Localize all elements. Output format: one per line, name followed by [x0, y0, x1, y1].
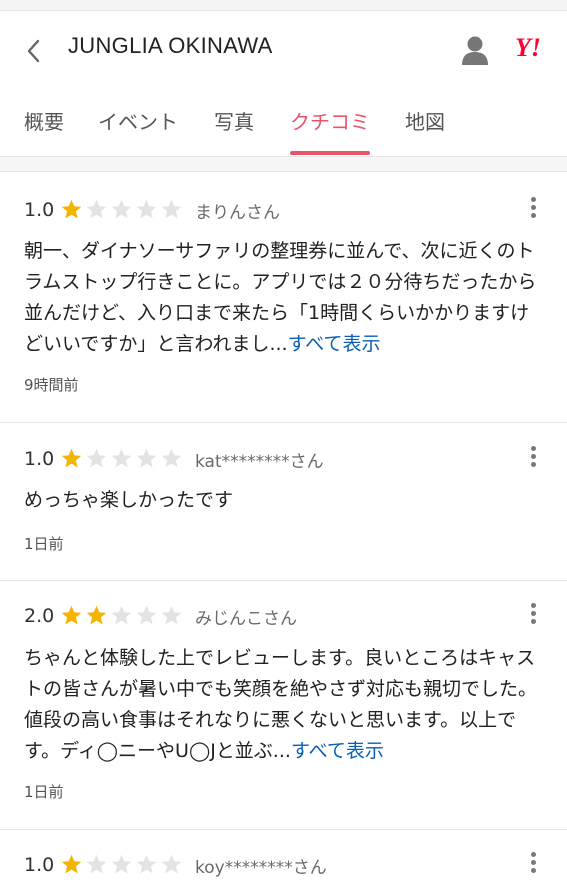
star-rating [60, 447, 185, 471]
reviewer-name: みじんこさん [195, 608, 297, 629]
star-empty-icon [135, 604, 160, 628]
star-empty-icon [160, 447, 185, 471]
reviewer-name: まりんさん [195, 202, 280, 223]
review-text-body: 朝一、ダイナソーサファリの整理券に並んで、次に近くのトラムストップ行きことに。ア… [24, 240, 537, 355]
rating-score: 2.0 [24, 605, 55, 627]
rating-row: 1.0 まりんさん [24, 197, 280, 223]
section-divider [0, 157, 567, 172]
star-rating [60, 853, 185, 877]
star-empty-icon [135, 447, 160, 471]
tab-map[interactable]: 地図 [405, 106, 445, 135]
review-time: 1日前 [24, 535, 64, 553]
reviewer-name: koy********さん [195, 857, 327, 878]
star-rating [60, 198, 185, 222]
review-card: 1.0 まりんさん 朝一、ダイナソーサファリの整理券に並んで、次に近くのトラムス… [0, 172, 567, 423]
review-text: ちゃんと体験した上でレビューします。良いところはキャストの皆さんが暑い中でも笑顔… [24, 643, 544, 767]
review-text-body: ちゃんと体験した上でレビューします。良いところはキャストの皆さんが暑い中でも笑顔… [24, 647, 538, 762]
star-empty-icon [135, 198, 160, 222]
star-filled-icon [60, 198, 85, 222]
show-all-link[interactable]: すべて表示 [291, 740, 384, 762]
star-empty-icon [110, 604, 135, 628]
star-empty-icon [135, 853, 160, 877]
tab-events[interactable]: イベント [98, 106, 178, 135]
show-all-link[interactable]: すべて表示 [288, 333, 381, 355]
more-options-icon[interactable] [526, 603, 540, 629]
more-options-icon[interactable] [526, 852, 540, 878]
app-header: JUNGLIA OKINAWA Y! [0, 11, 567, 91]
review-card: 1.0 koy********さん [0, 830, 567, 890]
rating-row: 1.0 kat********さん [24, 446, 324, 472]
review-time: 9時間前 [24, 376, 79, 394]
star-rating [60, 604, 185, 628]
star-empty-icon [110, 447, 135, 471]
chevron-left-icon [27, 39, 40, 63]
review-time: 1日前 [24, 783, 64, 801]
rating-score: 1.0 [24, 199, 55, 221]
tab-overview[interactable]: 概要 [24, 106, 64, 135]
star-filled-icon [60, 853, 85, 877]
review-text: めっちゃ楽しかったです [24, 485, 544, 516]
reviewer-name: kat********さん [195, 451, 324, 472]
active-tab-indicator [290, 151, 370, 155]
star-empty-icon [160, 604, 185, 628]
star-empty-icon [160, 853, 185, 877]
yahoo-logo[interactable]: Y! [515, 33, 541, 63]
more-options-icon[interactable] [526, 446, 540, 472]
review-card: 2.0 みじんこさん ちゃんと体験した上でレビューします。良いところはキャストの… [0, 581, 567, 830]
rating-score: 1.0 [24, 854, 55, 876]
tab-bar: 概要 イベント 写真 クチコミ 地図 [0, 92, 567, 157]
review-text: 朝一、ダイナソーサファリの整理券に並んで、次に近くのトラムストップ行きことに。ア… [24, 236, 544, 360]
user-icon [462, 36, 488, 65]
review-card: 1.0 kat********さん めっちゃ楽しかったです 1日前 [0, 423, 567, 581]
star-empty-icon [110, 853, 135, 877]
review-text-body: めっちゃ楽しかったです [24, 489, 234, 511]
star-empty-icon [85, 853, 110, 877]
status-strip [0, 0, 567, 11]
rating-row: 1.0 koy********さん [24, 852, 327, 878]
star-filled-icon [60, 447, 85, 471]
page-title: JUNGLIA OKINAWA [68, 33, 273, 58]
tab-photos[interactable]: 写真 [214, 106, 254, 135]
star-empty-icon [160, 198, 185, 222]
star-empty-icon [85, 447, 110, 471]
back-button[interactable] [22, 37, 46, 65]
more-options-icon[interactable] [526, 197, 540, 223]
account-button[interactable] [460, 34, 490, 66]
star-empty-icon [85, 198, 110, 222]
rating-score: 1.0 [24, 448, 55, 470]
star-filled-icon [85, 604, 110, 628]
rating-row: 2.0 みじんこさん [24, 603, 297, 629]
star-filled-icon [60, 604, 85, 628]
tab-reviews[interactable]: クチコミ [290, 106, 370, 135]
star-empty-icon [110, 198, 135, 222]
